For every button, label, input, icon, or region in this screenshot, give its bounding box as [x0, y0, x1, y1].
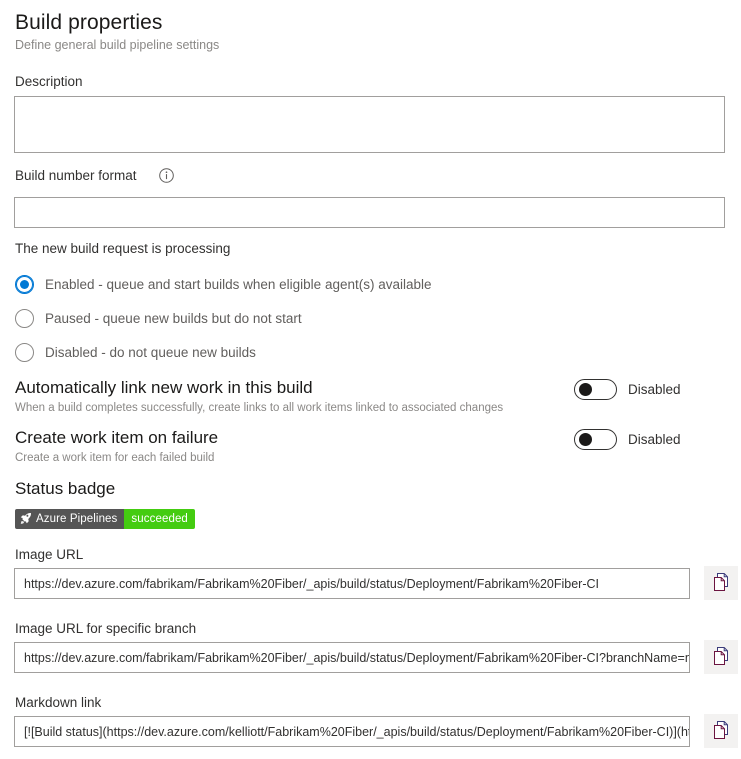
- copy-markdown-link-button[interactable]: [704, 714, 738, 748]
- radio-label-enabled: Enabled - queue and start builds when el…: [45, 276, 432, 292]
- auto-link-toggle-wrap: Disabled: [574, 379, 681, 400]
- markdown-link-input[interactable]: [![Build status](https://dev.azure.com/k…: [14, 716, 690, 747]
- radio-mark-disabled[interactable]: [15, 342, 34, 362]
- auto-link-description: When a build completes successfully, cre…: [15, 402, 504, 414]
- copy-icon: [713, 720, 729, 742]
- image-url-branch-input[interactable]: https://dev.azure.com/fabrikam/Fabrikam%…: [14, 642, 690, 673]
- rocket-icon: [20, 512, 32, 527]
- radio-option-enabled[interactable]: Enabled - queue and start builds when el…: [15, 273, 432, 295]
- radio-label-paused: Paused - queue new builds but do not sta…: [45, 310, 302, 326]
- markdown-link-label: Markdown link: [15, 695, 102, 710]
- description-input[interactable]: [14, 96, 725, 153]
- work-item-failure-description: Create a work item for each failed build: [15, 452, 215, 464]
- build-number-format-input[interactable]: [14, 197, 725, 228]
- status-badge-right-text: succeeded: [124, 509, 195, 529]
- auto-link-heading: Automatically link new work in this buil…: [15, 378, 313, 397]
- radio-option-disabled[interactable]: Disabled - do not queue new builds: [15, 341, 256, 363]
- auto-link-toggle[interactable]: [574, 379, 617, 400]
- auto-link-toggle-label: Disabled: [628, 382, 681, 397]
- work-item-failure-heading: Create work item on failure: [15, 428, 219, 447]
- build-properties-page: Build properties Define general build pi…: [0, 0, 741, 759]
- build-number-format-label: Build number format: [15, 168, 137, 183]
- copy-image-url-button[interactable]: [704, 566, 738, 600]
- image-url-branch-label: Image URL for specific branch: [15, 621, 197, 636]
- copy-image-url-branch-button[interactable]: [704, 640, 738, 674]
- work-item-failure-toggle-label: Disabled: [628, 432, 681, 447]
- work-item-failure-toggle[interactable]: [574, 429, 617, 450]
- image-url-input[interactable]: https://dev.azure.com/fabrikam/Fabrikam%…: [14, 568, 690, 599]
- toggle-knob: [579, 433, 592, 446]
- info-circle-icon[interactable]: [159, 168, 174, 183]
- radio-label-disabled: Disabled - do not queue new builds: [45, 344, 256, 360]
- description-label: Description: [15, 74, 83, 89]
- processing-group-label: The new build request is processing: [15, 241, 231, 256]
- radio-mark-paused[interactable]: [15, 308, 34, 328]
- radio-mark-enabled[interactable]: [15, 274, 34, 294]
- page-subtitle: Define general build pipeline settings: [15, 38, 220, 52]
- status-badge-heading: Status badge: [15, 479, 116, 498]
- copy-icon: [713, 646, 729, 668]
- status-badge: Azure Pipelines succeeded: [15, 509, 195, 529]
- radio-option-paused[interactable]: Paused - queue new builds but do not sta…: [15, 307, 302, 329]
- copy-icon: [713, 572, 729, 594]
- toggle-knob: [579, 383, 592, 396]
- image-url-label: Image URL: [15, 547, 84, 562]
- work-item-failure-toggle-wrap: Disabled: [574, 429, 681, 450]
- status-badge-left: Azure Pipelines: [15, 509, 125, 529]
- page-title: Build properties: [15, 11, 163, 34]
- status-badge-left-text: Azure Pipelines: [36, 513, 118, 525]
